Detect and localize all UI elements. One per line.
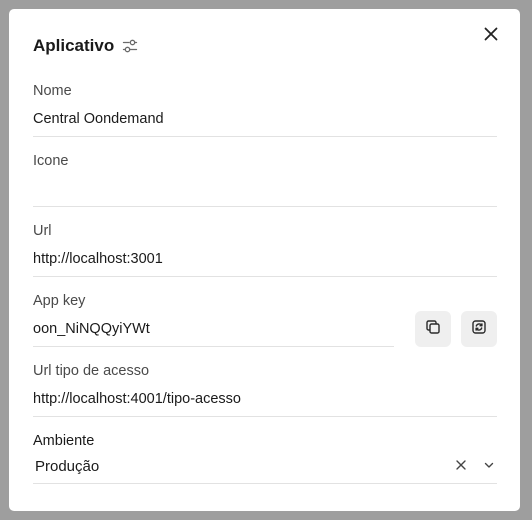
url-label: Url xyxy=(33,223,52,239)
close-icon xyxy=(484,27,498,46)
copy-button[interactable] xyxy=(415,311,451,347)
ambiente-dropdown-toggle[interactable] xyxy=(481,459,497,475)
url-tipo-acesso-label: Url tipo de acesso xyxy=(33,363,150,379)
nome-input[interactable]: Central Oondemand xyxy=(33,110,164,128)
nome-underline xyxy=(33,136,497,137)
app-dialog: Aplicativo Nome Central Oondemand Icone … xyxy=(9,9,520,511)
url-tipo-acesso-underline xyxy=(33,416,497,417)
url-underline xyxy=(33,276,497,277)
close-button[interactable] xyxy=(480,25,502,47)
refresh-button[interactable] xyxy=(461,311,497,347)
icone-label: Icone xyxy=(33,153,69,169)
icone-input[interactable] xyxy=(33,180,497,198)
app-key-label: App key xyxy=(33,293,86,309)
dialog-title: Aplicativo xyxy=(33,36,115,55)
copy-icon xyxy=(425,319,441,340)
app-key-underline xyxy=(33,346,394,347)
ambiente-underline xyxy=(33,483,497,484)
icone-underline xyxy=(33,206,497,207)
app-key-input[interactable]: oon_NiNQQyiYWt xyxy=(33,320,150,338)
clear-icon xyxy=(455,458,467,476)
url-tipo-acesso-input[interactable]: http://localhost:4001/tipo-acesso xyxy=(33,390,241,408)
refresh-icon xyxy=(471,319,487,340)
url-input[interactable]: http://localhost:3001 xyxy=(33,250,163,268)
nome-label: Nome xyxy=(33,83,72,99)
ambiente-label: Ambiente xyxy=(33,433,95,449)
ambiente-select[interactable]: Produção xyxy=(35,458,99,476)
sliders-icon[interactable] xyxy=(122,38,138,54)
chevron-down-icon xyxy=(483,458,495,476)
ambiente-clear-button[interactable] xyxy=(453,459,469,475)
